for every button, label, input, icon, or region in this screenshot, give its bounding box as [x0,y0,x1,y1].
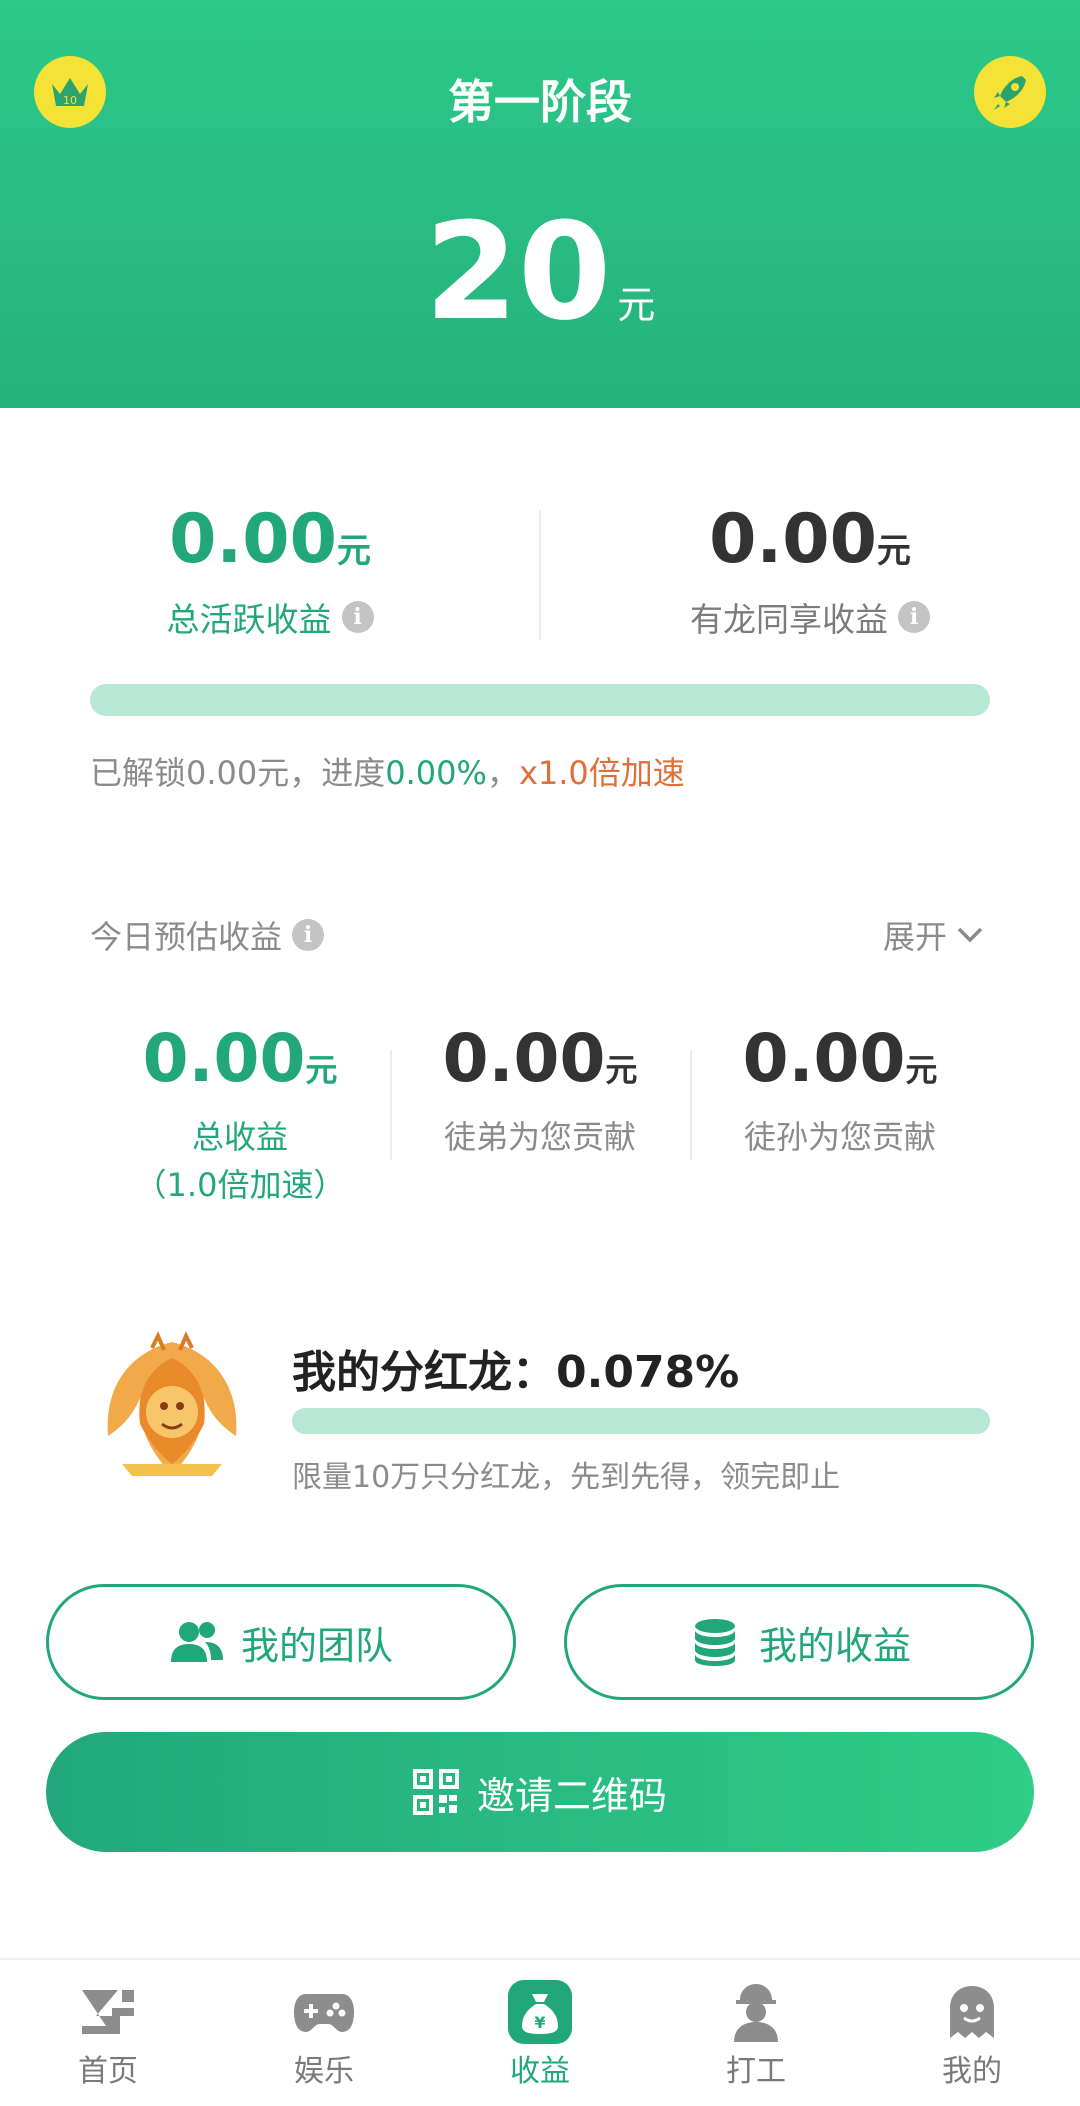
shared-income: 0.00元 有龙同享收益 i [540,500,1080,641]
dragon-note: 限量10万只分红龙，先到先得，领完即止 [292,1460,841,1495]
rocket-button[interactable] [974,56,1046,128]
my-team-button[interactable]: 我的团队 [46,1584,516,1700]
info-icon[interactable]: i [292,919,325,951]
qrcode-icon [412,1769,459,1815]
tab-home[interactable]: 首页 [0,1982,216,2090]
expand-toggle[interactable]: 展开 [883,912,985,958]
info-icon[interactable]: i [341,601,374,633]
header: 10 第一阶段 20 元 [0,0,1080,408]
chevron-down-icon [957,927,983,943]
dividend-dragon-title: 我的分红龙：0.078% [292,1347,740,1398]
stage-amount: 20 元 [424,194,656,350]
my-income-button[interactable]: 我的收益 [564,1584,1034,1700]
tab-income[interactable]: ¥ 收益 [432,1980,648,2090]
disciple-contribution: 0.00元 徒弟为您贡献 [442,1020,638,1156]
invite-qrcode-button[interactable]: 邀请二维码 [46,1732,1034,1852]
svg-text:¥: ¥ [534,2013,545,2032]
unlock-progress-bar [90,684,990,716]
worker-icon [734,1984,778,2042]
tab-mine[interactable]: 我的 [864,1982,1080,2090]
rocket-icon [994,76,1026,110]
coins-icon [694,1619,735,1666]
ghost-icon [950,1986,994,2038]
today-estimate-title: 今日预估收益 i [90,912,325,958]
tab-work[interactable]: 打工 [648,1982,864,2090]
tab-entertainment[interactable]: 娱乐 [216,1982,432,2090]
progress-text: 已解锁0.00元，进度0.00%，x1.0倍加速 [90,754,685,792]
bottom-tab-bar: 首页 娱乐 ¥ 收益 打工 我的 [0,1958,1080,2106]
info-icon[interactable]: i [898,601,930,633]
dragon-progress-bar [292,1408,990,1434]
today-total-income: 0.00元 总收益 （1.0倍加速） [134,1020,346,1204]
total-active-income: 0.00元 总活跃收益 i [0,500,540,641]
logo-icon [82,1990,134,2034]
page-title: 第一阶段 [448,75,632,129]
money-bag-icon: ¥ [508,1980,572,2044]
grand-disciple-contribution: 0.00元 徒孙为您贡献 [742,1020,938,1156]
team-icon [170,1622,223,1662]
gamepad-icon [294,1994,354,2032]
dividend-dragon-image [107,1331,237,1476]
